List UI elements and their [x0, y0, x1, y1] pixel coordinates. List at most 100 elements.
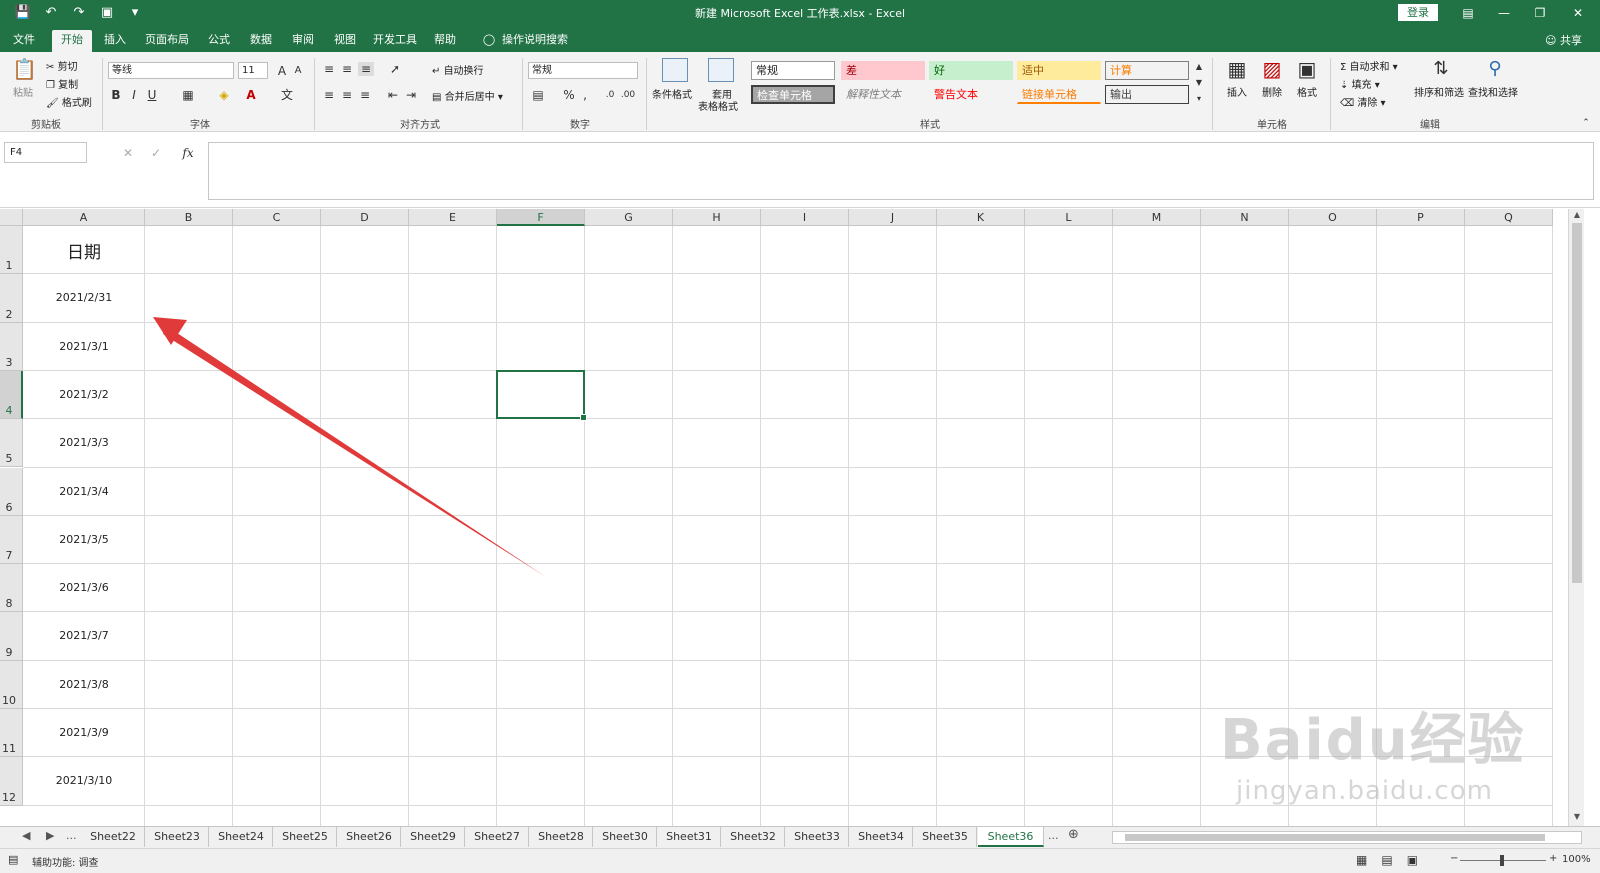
sheet-tab-sheet29[interactable]: Sheet29 — [402, 827, 465, 847]
decrease-indent-icon[interactable]: ⇤ — [386, 88, 400, 102]
comma-style-icon[interactable]: , — [580, 88, 590, 102]
orientation-icon[interactable]: ➚ — [386, 62, 404, 76]
column-header-e[interactable]: E — [409, 209, 497, 226]
style-output[interactable]: 输出 — [1105, 85, 1189, 104]
align-bottom-icon[interactable]: ≡ — [358, 62, 374, 76]
find-select-icon[interactable]: ⚲ — [1482, 58, 1508, 80]
minimize-icon[interactable]: — — [1486, 2, 1522, 24]
next-sheet-icon[interactable]: ▶ — [46, 829, 54, 842]
cut-button[interactable]: ✂ 剪切 — [46, 58, 78, 73]
format-as-table-label-2[interactable]: 表格格式 — [698, 98, 738, 113]
increase-decimal-icon[interactable]: .0 — [602, 88, 618, 102]
column-header-q[interactable]: Q — [1465, 209, 1553, 226]
tab-file[interactable]: 文件 — [8, 30, 40, 52]
align-right-icon[interactable]: ≡ — [358, 88, 372, 102]
tab-review[interactable]: 审阅 — [286, 30, 320, 52]
sort-filter-label[interactable]: 排序和筛选 — [1414, 84, 1464, 99]
column-header-m[interactable]: M — [1113, 209, 1201, 226]
cell-a5[interactable]: 2021/3/3 — [23, 436, 145, 449]
sheet-tab-sheet26[interactable]: Sheet26 — [338, 827, 401, 847]
paste-label[interactable]: 粘贴 — [13, 84, 33, 99]
sheet-tab-sheet22[interactable]: Sheet22 — [82, 827, 145, 847]
grow-font-icon[interactable]: A — [276, 64, 288, 78]
format-cells-icon[interactable]: ▣ — [1296, 58, 1318, 80]
format-cells-label[interactable]: 格式 — [1297, 84, 1317, 99]
tab-data[interactable]: 数据 — [244, 30, 278, 52]
sort-filter-icon[interactable]: ⇅ — [1428, 58, 1454, 80]
shrink-font-icon[interactable]: A — [292, 64, 304, 78]
tab-developer[interactable]: 开发工具 — [370, 30, 420, 52]
tab-page-layout[interactable]: 页面布局 — [142, 30, 192, 52]
cancel-icon[interactable]: ✕ — [122, 146, 134, 160]
row-header-3[interactable]: 3 — [0, 322, 23, 371]
column-header-k[interactable]: K — [937, 209, 1025, 226]
sheet-tab-sheet36[interactable]: Sheet36 — [978, 827, 1044, 847]
decrease-decimal-icon[interactable]: .00 — [620, 88, 636, 102]
cell-a2[interactable]: 2021/2/31 — [23, 291, 145, 304]
sheet-tab-sheet35[interactable]: Sheet35 — [914, 827, 977, 847]
autosum-button[interactable]: Σ 自动求和 ▾ — [1340, 58, 1398, 73]
row-header-1[interactable]: 1 — [0, 226, 23, 275]
bold-icon[interactable]: B — [110, 88, 122, 102]
column-header-h[interactable]: H — [673, 209, 761, 226]
merge-center-button[interactable]: ▤ 合并后居中 ▾ — [432, 88, 503, 103]
cell-a12[interactable]: 2021/3/10 — [23, 774, 145, 787]
page-break-view-icon[interactable]: ▣ — [1407, 853, 1418, 867]
column-header-o[interactable]: O — [1289, 209, 1377, 226]
font-name-select[interactable]: 等线 — [108, 62, 234, 79]
cell-a6[interactable]: 2021/3/4 — [23, 485, 145, 498]
login-button[interactable]: 登录 — [1398, 4, 1438, 21]
sheet-tab-sheet30[interactable]: Sheet30 — [594, 827, 657, 847]
style-bad[interactable]: 差 — [841, 61, 925, 80]
cell-a7[interactable]: 2021/3/5 — [23, 533, 145, 546]
restore-icon[interactable]: ❐ — [1522, 2, 1558, 24]
row-header-6[interactable]: 6 — [0, 467, 23, 516]
zoom-out-icon[interactable]: − — [1450, 853, 1458, 864]
scroll-thumb[interactable] — [1572, 223, 1582, 583]
clear-button[interactable]: ⌫ 清除 ▾ — [1340, 94, 1386, 109]
delete-cells-icon[interactable]: ▨ — [1261, 58, 1283, 80]
row-header-2[interactable]: 2 — [0, 274, 23, 323]
copy-button[interactable]: ❐ 复制 — [46, 76, 78, 91]
sheet-tab-sheet33[interactable]: Sheet33 — [786, 827, 849, 847]
page-layout-view-icon[interactable]: ▤ — [1381, 853, 1392, 867]
column-header-a[interactable]: A — [23, 209, 145, 226]
row-header-7[interactable]: 7 — [0, 515, 23, 565]
phonetic-icon[interactable]: 文 — [280, 88, 294, 102]
scroll-down-icon[interactable]: ▼ — [1569, 812, 1585, 821]
horizontal-scrollbar[interactable] — [1112, 831, 1582, 844]
style-calculation[interactable]: 计算 — [1105, 61, 1189, 80]
styles-more-icon[interactable]: ▾ — [1194, 92, 1204, 106]
style-good[interactable]: 好 — [929, 61, 1013, 80]
align-middle-icon[interactable]: ≡ — [340, 62, 354, 76]
insert-cells-icon[interactable]: ▦ — [1226, 58, 1248, 80]
tab-formulas[interactable]: 公式 — [202, 30, 236, 52]
style-linked-cell[interactable]: 链接单元格 — [1017, 85, 1101, 104]
cell-a1-header[interactable]: 日期 — [23, 238, 145, 263]
style-check-cell[interactable]: 检查单元格 — [751, 85, 835, 104]
sheet-tab-sheet28[interactable]: Sheet28 — [530, 827, 593, 847]
more-sheets-left[interactable]: ... — [66, 829, 77, 842]
cell-a4[interactable]: 2021/3/2 — [23, 388, 145, 401]
close-icon[interactable]: ✕ — [1560, 2, 1596, 24]
percent-icon[interactable]: % — [562, 88, 576, 102]
format-painter-button[interactable]: 🖌 格式刷 — [46, 94, 92, 109]
style-normal[interactable]: 常规 — [751, 61, 835, 80]
sheet-tab-sheet32[interactable]: Sheet32 — [722, 827, 785, 847]
fill-color-icon[interactable]: ◈ — [216, 88, 232, 102]
row-header-11[interactable]: 11 — [0, 709, 23, 758]
scroll-up-icon[interactable]: ▲ — [1569, 210, 1585, 219]
sheet-tab-sheet23[interactable]: Sheet23 — [146, 827, 209, 847]
cell-a8[interactable]: 2021/3/6 — [23, 581, 145, 594]
sheet-tab-sheet24[interactable]: Sheet24 — [210, 827, 273, 847]
column-header-j[interactable]: J — [849, 209, 937, 226]
paste-icon[interactable]: 📋 — [12, 58, 37, 80]
column-header-l[interactable]: L — [1025, 209, 1113, 226]
tab-view[interactable]: 视图 — [328, 30, 362, 52]
sheet-tab-sheet34[interactable]: Sheet34 — [850, 827, 913, 847]
prev-sheet-icon[interactable]: ◀ — [22, 829, 30, 842]
formula-input[interactable] — [208, 142, 1594, 200]
row-header-10[interactable]: 10 — [0, 660, 23, 709]
wrap-text-button[interactable]: ↵ 自动换行 — [432, 62, 484, 77]
cell-a11[interactable]: 2021/3/9 — [23, 726, 145, 739]
